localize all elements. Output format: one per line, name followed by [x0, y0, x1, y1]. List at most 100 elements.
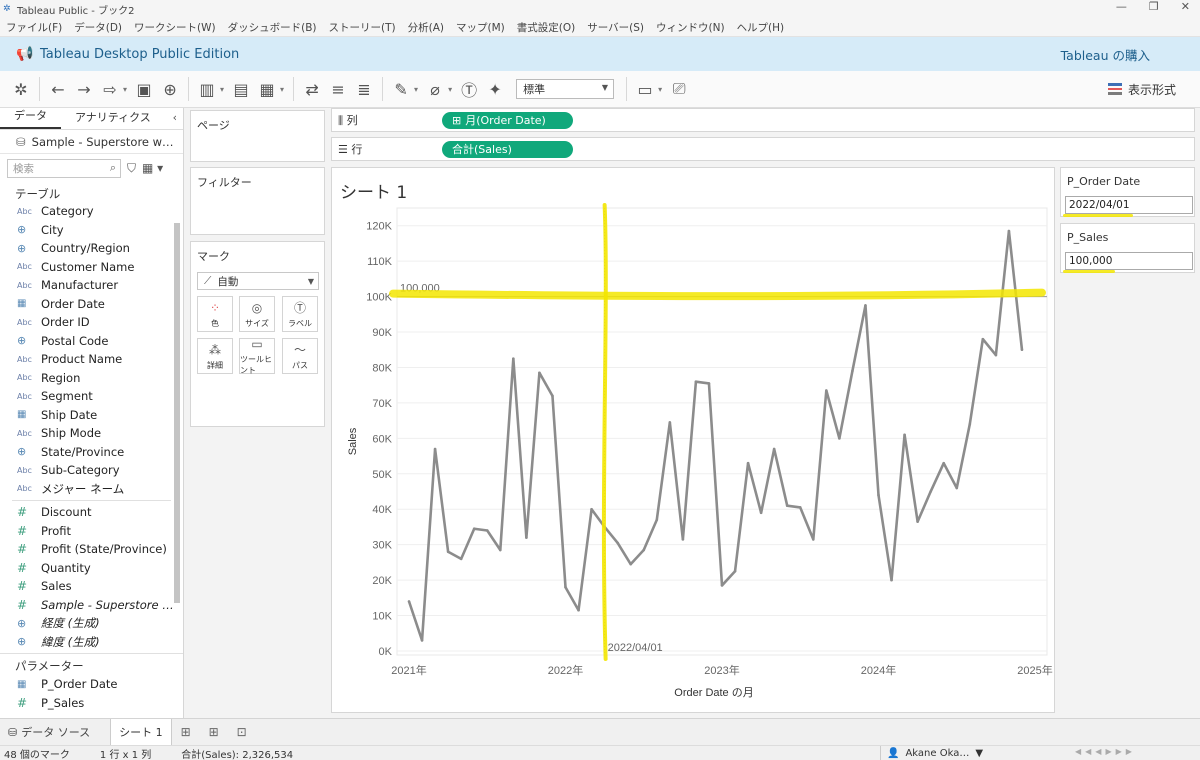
save-icon[interactable]: ▣ [131, 76, 157, 102]
dimension-field[interactable]: ▦ Ship Date [0, 406, 183, 425]
group-members-icon[interactable]: ⌀ [422, 76, 448, 102]
filters-card[interactable]: フィルター [190, 167, 325, 235]
label-button[interactable]: Ⓣ ラベル [282, 296, 318, 332]
order-date-input[interactable]: 2022/04/01 [1065, 196, 1193, 214]
tab-analytics[interactable]: アナリティクス [61, 109, 165, 129]
data-pane-scrollbar[interactable] [174, 223, 180, 603]
duplicate-sheet-icon[interactable]: ▤ [228, 76, 254, 102]
replay-dropdown-icon[interactable]: ▾ [123, 85, 127, 94]
new-story-tab-icon[interactable]: ⊡ [228, 725, 256, 739]
parameter-field[interactable]: ▦ P_Order Date [0, 675, 183, 694]
replay-icon[interactable]: ⇨ [97, 76, 123, 102]
menu-help[interactable]: ヘルプ(H) [731, 20, 791, 35]
menu-dashboard[interactable]: ダッシュボード(B) [222, 20, 323, 35]
view-options-icon[interactable]: ▦ ▾ [142, 161, 163, 175]
dimension-field[interactable]: Abc Region [0, 369, 183, 388]
line-chart[interactable]: 0K 10K 20K 30K 40K 50K 60K 70K 80K 90K 100K 110K 120… [332, 168, 1054, 712]
path-button[interactable]: 〜 パス [282, 338, 318, 374]
new-worksheet-dropdown-icon[interactable]: ▾ [220, 85, 224, 94]
dimension-field[interactable]: Abc Segment [0, 387, 183, 406]
minimize-icon[interactable]: — [1116, 0, 1127, 13]
dimension-field[interactable]: Abc Category [0, 202, 183, 221]
sheet-navigation-icons[interactable]: ◀◀◀▶▶▶ [1075, 747, 1136, 756]
datasource-tab[interactable]: ⛁ データ ソース [0, 719, 110, 746]
measure-field[interactable]: ⊕ 経度 (生成) [0, 614, 183, 633]
size-button[interactable]: ◎ サイズ [239, 296, 275, 332]
collapse-pane-icon[interactable]: ‹ [173, 111, 177, 124]
mark-type-select[interactable]: ⟋ 自動 ▼ [197, 272, 319, 290]
dimension-field[interactable]: Abc Product Name [0, 350, 183, 369]
dimension-field[interactable]: ▦ Order Date [0, 295, 183, 314]
presentation-mode-icon[interactable]: ⎚ [666, 76, 692, 102]
clear-sheet-dropdown-icon[interactable]: ▾ [280, 85, 284, 94]
show-mark-labels-icon[interactable]: Ⓣ [456, 76, 482, 102]
sort-ascending-icon[interactable]: ≡ [325, 76, 351, 102]
sheet-tab[interactable]: シート 1 [110, 718, 172, 746]
datasource-item[interactable]: ⛁ Sample - Superstore w… [0, 130, 183, 154]
pages-card[interactable]: ページ [190, 110, 325, 162]
show-me-button[interactable]: 表示形式 [1107, 81, 1176, 98]
menu-server[interactable]: サーバー(S) [581, 20, 650, 35]
menu-story[interactable]: ストーリー(T) [323, 20, 402, 35]
measure-field[interactable]: # Sales [0, 577, 183, 596]
menu-map[interactable]: マップ(M) [450, 20, 511, 35]
tab-data[interactable]: データ [0, 107, 61, 129]
new-worksheet-icon[interactable]: ▥ [194, 76, 220, 102]
buy-tableau-link[interactable]: Tableau の購入 [1061, 45, 1150, 64]
user-menu[interactable]: 👤 Akane Oka… ▼ [880, 746, 983, 760]
measure-field[interactable]: # Profit [0, 522, 183, 541]
new-dashboard-tab-icon[interactable]: ⊞ [200, 725, 228, 739]
filter-icon[interactable]: ⛉ [127, 161, 136, 176]
dimension-field[interactable]: Abc Ship Mode [0, 424, 183, 443]
menu-data[interactable]: データ(D) [68, 20, 128, 35]
data-point [877, 493, 880, 497]
new-datasource-icon[interactable]: ⊕ [157, 76, 183, 102]
parameter-field[interactable]: # P_Sales [0, 694, 183, 713]
dimension-field[interactable]: Abc Order ID [0, 313, 183, 332]
undo-icon[interactable]: ← [45, 76, 71, 102]
rows-shelf[interactable]: ☰ 行 合計(Sales) [331, 137, 1195, 161]
dimension-field[interactable]: ⊕ City [0, 221, 183, 240]
redo-icon[interactable]: → [71, 76, 97, 102]
highlight-dropdown-icon[interactable]: ▾ [414, 85, 418, 94]
menu-file[interactable]: ファイル(F) [0, 20, 68, 35]
dimension-field[interactable]: ⊕ Postal Code [0, 332, 183, 351]
detail-button[interactable]: ⁂ 詳細 [197, 338, 233, 374]
measure-field[interactable]: # Profit (State/Province) [0, 540, 183, 559]
sort-descending-icon[interactable]: ≣ [351, 76, 377, 102]
sales-input[interactable]: 100,000 [1065, 252, 1193, 270]
menu-window[interactable]: ウィンドウ(N) [650, 20, 731, 35]
color-button[interactable]: ⁘ 色 [197, 296, 233, 332]
dimension-field[interactable]: Abc Manufacturer [0, 276, 183, 295]
columns-shelf[interactable]: ⫼ 列 ⊞ 月(Order Date) [331, 108, 1195, 132]
dimension-field[interactable]: Abc Sub-Category [0, 461, 183, 480]
menu-analysis[interactable]: 分析(A) [402, 20, 450, 35]
group-dropdown-icon[interactable]: ▾ [448, 85, 452, 94]
tableau-logo-icon[interactable]: ✲ [8, 76, 34, 102]
rows-pill[interactable]: 合計(Sales) [442, 140, 573, 158]
measure-field[interactable]: # Quantity [0, 559, 183, 578]
swap-rows-columns-icon[interactable]: ⇄ [299, 76, 325, 102]
dimension-field-label: Country/Region [41, 241, 130, 256]
menu-worksheet[interactable]: ワークシート(W) [128, 20, 222, 35]
measure-field[interactable]: # Discount [0, 503, 183, 522]
columns-pill[interactable]: ⊞ 月(Order Date) [442, 111, 573, 129]
new-worksheet-tab-icon[interactable]: ⊞ [172, 725, 200, 739]
dimension-field[interactable]: Abc メジャー ネーム [0, 480, 183, 499]
fit-select[interactable]: 標準 ▼ [516, 79, 615, 99]
show-cards-dropdown-icon[interactable]: ▾ [658, 85, 662, 94]
highlight-icon[interactable]: ✎ [388, 76, 414, 102]
measure-field[interactable]: # Sample - Superstore … [0, 596, 183, 615]
field-search-input[interactable]: 検索 ⌕ [7, 158, 121, 178]
show-cards-icon[interactable]: ▭ [632, 76, 658, 102]
measure-field[interactable]: ⊕ 緯度 (生成) [0, 633, 183, 652]
maximize-icon[interactable]: ❐ [1149, 0, 1159, 13]
close-icon[interactable]: ✕ [1181, 0, 1190, 13]
dimension-field[interactable]: Abc Customer Name [0, 258, 183, 277]
clear-sheet-icon[interactable]: ▦ [254, 76, 280, 102]
dimension-field[interactable]: ⊕ State/Province [0, 443, 183, 462]
menu-format[interactable]: 書式設定(O) [511, 20, 581, 35]
tooltip-button[interactable]: ▭ ツールヒント [239, 337, 275, 375]
fix-axes-icon[interactable]: ✦ [482, 76, 508, 102]
dimension-field[interactable]: ⊕ Country/Region [0, 239, 183, 258]
